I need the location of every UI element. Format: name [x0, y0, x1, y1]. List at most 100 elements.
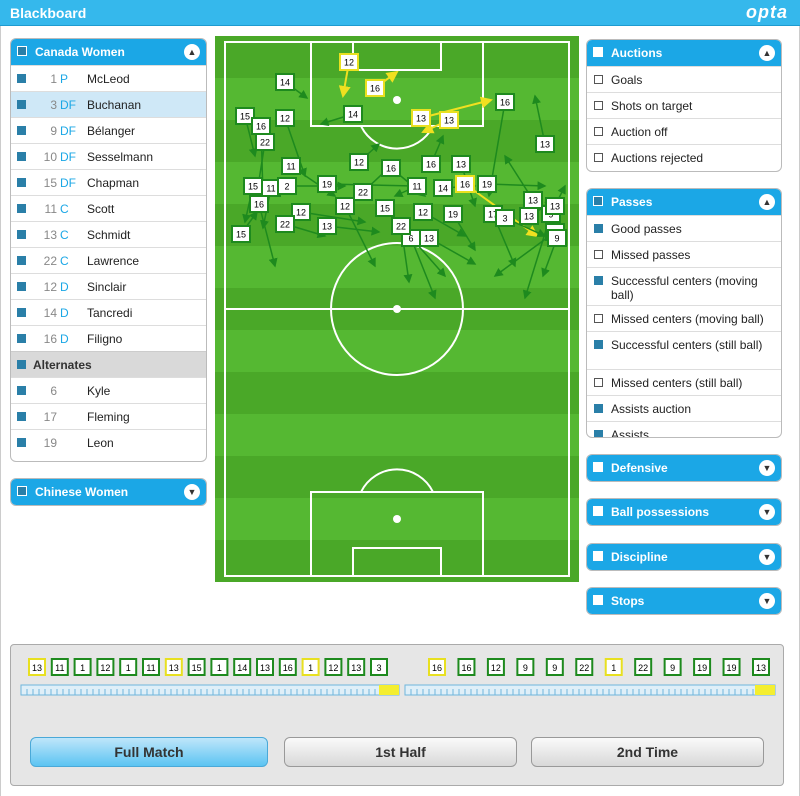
expand-down-icon[interactable]: ▼ — [759, 549, 775, 565]
auction-filter-item[interactable]: Shots on target — [587, 92, 781, 118]
player-marker[interactable]: 13 — [451, 155, 471, 173]
player-marker[interactable]: 14 — [433, 179, 453, 197]
auctions-header[interactable]: Auctions ▲ — [587, 40, 781, 66]
timeline-event-chip[interactable]: 16 — [428, 658, 446, 676]
pass-filter-item[interactable]: Missed passes — [587, 241, 781, 267]
expand-down-icon[interactable]: ▼ — [759, 504, 775, 520]
alternate-row[interactable]: 19 Leon — [11, 429, 206, 455]
filter-section-header[interactable]: Discipline ▼ — [587, 544, 781, 570]
pass-filter-item[interactable]: Missed centers (still ball) — [587, 369, 781, 395]
auction-filter-item[interactable]: Auctions rejected — [587, 144, 781, 170]
player-marker[interactable]: 3 — [495, 209, 515, 227]
timeline-event-chip[interactable]: 14 — [233, 658, 252, 676]
player-marker[interactable]: 11 — [281, 157, 301, 175]
away-team-header[interactable]: Chinese Women ▼ — [11, 479, 206, 505]
timeline-event-chip[interactable]: 1 — [604, 658, 623, 676]
timeline-event-chip[interactable]: 16 — [278, 658, 297, 676]
timeline-event-chip[interactable]: 13 — [752, 658, 770, 676]
second-half-button[interactable]: 2nd Time — [531, 737, 764, 767]
expand-down-icon[interactable]: ▼ — [184, 484, 200, 500]
timeline-event-chip[interactable]: 22 — [634, 658, 653, 676]
filter-checkbox[interactable] — [594, 75, 603, 84]
section-checkbox[interactable] — [593, 196, 603, 206]
timeline-event-chip[interactable]: 1 — [210, 658, 229, 676]
alternate-row[interactable]: 6 Kyle — [11, 377, 206, 403]
filter-section-header[interactable]: Ball possessions ▼ — [587, 499, 781, 525]
player-marker[interactable]: 12 — [349, 153, 369, 171]
player-row[interactable]: 1 P McLeod — [11, 65, 206, 91]
player-marker[interactable]: 12 — [413, 203, 433, 221]
alternates-header[interactable]: Alternates — [11, 351, 206, 377]
player-checkbox[interactable] — [17, 438, 26, 447]
player-marker[interactable]: 12 — [335, 197, 355, 215]
alternates-checkbox[interactable] — [17, 360, 26, 369]
timeline-event-chip[interactable]: 13 — [256, 658, 274, 676]
player-marker[interactable]: 16 — [381, 159, 401, 177]
auction-filter-item[interactable]: Goals — [587, 66, 781, 92]
collapse-up-icon[interactable]: ▲ — [759, 45, 775, 61]
timeline-event-chip[interactable]: 15 — [187, 658, 206, 676]
filter-section-header[interactable]: Defensive ▼ — [587, 455, 781, 481]
timeline-range-handle[interactable] — [755, 685, 775, 695]
expand-down-icon[interactable]: ▼ — [759, 593, 775, 609]
player-row[interactable]: 14 D Tancredi — [11, 299, 206, 325]
player-row[interactable]: 22 C Lawrence — [11, 247, 206, 273]
section-checkbox[interactable] — [593, 595, 603, 605]
timeline-range-handle[interactable] — [379, 685, 399, 695]
player-checkbox[interactable] — [17, 126, 26, 135]
player-marker[interactable]: 9 — [547, 229, 567, 247]
filter-checkbox[interactable] — [594, 404, 603, 413]
timeline-track[interactable]: 13 11 1 12 1 11 13 15 1 14 13 16 1 12 13 3 16 16 12 9 9 22 1 22… — [11, 645, 785, 735]
filter-section-header[interactable]: Stops ▼ — [587, 588, 781, 614]
timeline-event-chip[interactable]: 11 — [50, 658, 69, 676]
pass-filter-item[interactable]: Assists auction — [587, 395, 781, 421]
section-checkbox[interactable] — [593, 551, 603, 561]
player-marker[interactable]: 16 — [249, 195, 269, 213]
player-marker[interactable]: 22 — [391, 217, 411, 235]
player-marker[interactable]: 13 — [519, 207, 539, 225]
player-row[interactable]: 15 DF Chapman — [11, 169, 206, 195]
player-marker[interactable]: 11 — [407, 177, 427, 195]
collapse-up-icon[interactable]: ▲ — [184, 44, 200, 60]
player-checkbox[interactable] — [17, 282, 26, 291]
timeline-event-chip[interactable]: 12 — [324, 658, 343, 676]
player-checkbox[interactable] — [17, 412, 26, 421]
timeline-event-chip[interactable]: 13 — [164, 658, 183, 676]
player-marker[interactable]: 13 — [411, 109, 431, 127]
home-team-header[interactable]: Canada Women ▲ — [11, 39, 206, 65]
player-row[interactable]: 3 DF Buchanan — [11, 91, 206, 117]
player-checkbox[interactable] — [17, 74, 26, 83]
filter-checkbox[interactable] — [594, 314, 603, 323]
filter-checkbox[interactable] — [594, 224, 603, 233]
player-checkbox[interactable] — [17, 386, 26, 395]
timeline-event-chip[interactable]: 12 — [486, 658, 505, 676]
player-marker[interactable]: 15 — [375, 199, 395, 217]
player-marker[interactable]: 2 — [277, 177, 297, 195]
player-marker[interactable]: 14 — [275, 73, 295, 91]
pass-filter-item[interactable]: Good passes — [587, 215, 781, 241]
filter-checkbox[interactable] — [594, 340, 603, 349]
filter-checkbox[interactable] — [594, 430, 603, 437]
first-half-button[interactable]: 1st Half — [284, 737, 517, 767]
player-marker[interactable]: 16 — [421, 155, 441, 173]
player-checkbox[interactable] — [17, 178, 26, 187]
timeline-event-chip[interactable]: 22 — [575, 658, 594, 676]
player-marker[interactable]: 16 — [251, 117, 271, 135]
player-marker[interactable]: 13 — [523, 191, 543, 209]
collapse-up-icon[interactable]: ▲ — [759, 194, 775, 210]
auction-filter-item[interactable]: Auction off — [587, 118, 781, 144]
player-marker[interactable]: 22 — [255, 133, 275, 151]
pass-filter-item[interactable]: Assists — [587, 421, 781, 437]
timeline-event-chip[interactable]: 19 — [693, 658, 712, 676]
player-marker[interactable]: 13 — [535, 135, 555, 153]
timeline-event-chip[interactable]: 12 — [96, 658, 115, 676]
player-marker[interactable]: 13 — [545, 197, 565, 215]
player-marker[interactable]: 12 — [339, 53, 359, 71]
timeline-event-chip[interactable]: 13 — [347, 658, 366, 676]
player-marker[interactable]: 13 — [419, 229, 439, 247]
filter-checkbox[interactable] — [594, 378, 603, 387]
player-row[interactable]: 12 D Sinclair — [11, 273, 206, 299]
player-marker[interactable]: 15 — [231, 225, 251, 243]
section-checkbox[interactable] — [593, 462, 603, 472]
player-marker[interactable]: 15 — [243, 177, 263, 195]
